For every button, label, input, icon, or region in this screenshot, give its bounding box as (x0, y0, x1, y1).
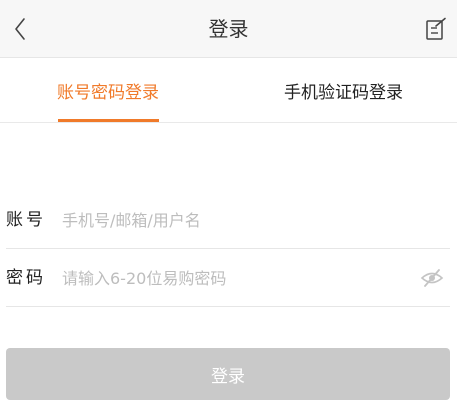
divider (6, 306, 450, 307)
tab-phone-code-login[interactable]: 手机验证码登录 (230, 58, 457, 123)
toggle-password-visibility-button[interactable] (419, 266, 445, 290)
password-label: 密码 (6, 268, 46, 288)
login-page: 登录 账号密码登录 手机验证码登录 账号 密码 (0, 0, 457, 404)
login-button[interactable]: 登录 (6, 348, 450, 400)
password-input[interactable] (62, 261, 412, 295)
active-tab-indicator (58, 119, 159, 122)
password-row: 密码 (0, 249, 457, 307)
account-label: 账号 (6, 210, 46, 230)
eye-hidden-icon (420, 269, 444, 287)
login-method-tabs: 账号密码登录 手机验证码登录 (0, 58, 457, 123)
account-row: 账号 (0, 191, 457, 249)
back-button[interactable] (0, 0, 40, 58)
account-input[interactable] (62, 203, 412, 237)
tab-label: 手机验证码登录 (284, 83, 403, 103)
edit-note-icon (426, 17, 446, 40)
tab-label: 账号密码登录 (57, 83, 159, 103)
page-title: 登录 (208, 17, 249, 41)
chevron-left-icon (15, 18, 25, 40)
edit-note-button[interactable] (415, 0, 457, 58)
header-bar: 登录 (0, 0, 457, 58)
tab-account-password-login[interactable]: 账号密码登录 (0, 58, 216, 123)
